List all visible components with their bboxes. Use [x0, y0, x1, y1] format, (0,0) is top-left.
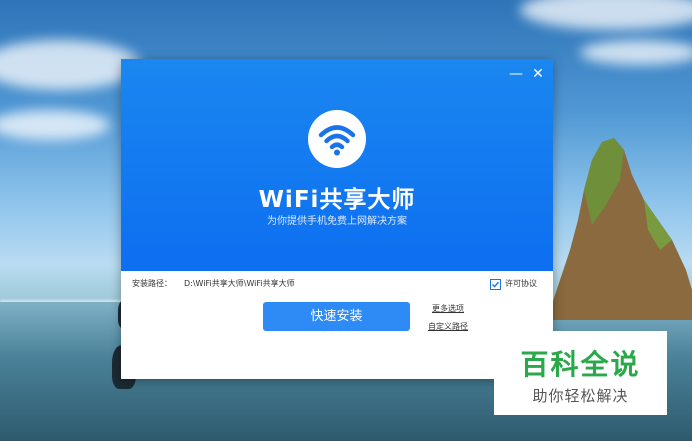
- wifi-icon: [318, 125, 356, 156]
- watermark-title: 百科全说: [520, 348, 641, 381]
- cliff: [540, 138, 692, 320]
- app-title: WiFi共享大师: [258, 187, 416, 213]
- close-icon[interactable]: ✕: [530, 66, 546, 82]
- install-path-field[interactable]: D:\WiFi共享大师\WiFi共享大师: [184, 278, 295, 289]
- cloud: [0, 110, 110, 140]
- more-options-link[interactable]: 更多选项: [432, 303, 464, 314]
- quick-install-button[interactable]: 快速安装: [263, 302, 410, 331]
- cloud: [580, 40, 692, 65]
- install-path-label: 安装路径：: [132, 279, 172, 288]
- license-checkbox[interactable]: [490, 279, 501, 290]
- installer-header: — ✕ WiFi共享大师 为你提供手机免费上网解决方案: [121, 59, 553, 271]
- watermark: 百科全说 助你轻松解决: [494, 331, 667, 415]
- watermark-subtitle: 助你轻松解决: [532, 387, 629, 405]
- checkmark-icon: [492, 281, 500, 288]
- minimize-icon[interactable]: —: [508, 66, 524, 82]
- app-logo: [308, 110, 366, 168]
- installer-window: — ✕ WiFi共享大师 为你提供手机免费上网解决方案 安装路径： D:\WiF…: [121, 59, 553, 379]
- app-subtitle: 为你提供手机免费上网解决方案: [267, 216, 407, 227]
- cloud: [520, 0, 692, 30]
- cloud: [0, 40, 140, 90]
- license-link[interactable]: 许可协议: [505, 278, 537, 289]
- custom-path-link[interactable]: 自定义路径: [428, 321, 468, 332]
